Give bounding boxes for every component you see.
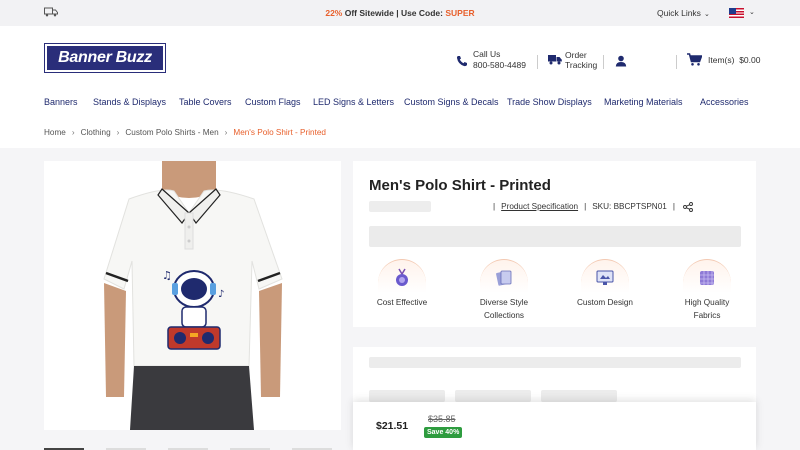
us-flag-icon[interactable] (729, 8, 744, 18)
polo-shirt-image: ♫ ♪ (44, 161, 341, 430)
feature-high-quality: High Quality Fabrics (662, 259, 752, 322)
promo-bar: 22% Off Sitewide | Use Code: SUPER Quick… (0, 0, 800, 26)
feature-cost-effective: Cost Effective (357, 259, 447, 309)
phone-icon (456, 56, 467, 67)
rating-placeholder (369, 201, 431, 212)
chevron-down-icon[interactable]: ⌄ (749, 8, 755, 16)
call-label: Call Us (473, 49, 501, 59)
order-tracking[interactable]: Order Tracking (548, 50, 597, 70)
discount-badge: Save 40% (424, 427, 463, 438)
feature-diverse-styles: Diverse Style Collections (459, 259, 549, 322)
breadcrumb: Home › Clothing › Custom Polo Shirts - Men › M… (44, 128, 326, 137)
monitor-design-icon (596, 270, 614, 285)
coin-medal-icon (396, 268, 408, 286)
tracking-label: Tracking (565, 60, 598, 70)
loading-placeholder (541, 390, 617, 402)
promo-code: SUPER (445, 8, 475, 18)
product-image[interactable]: ♫ ♪ (44, 161, 341, 430)
nav-item-custom-flags[interactable]: Custom Flags (245, 97, 301, 107)
product-meta: | Product Specification | SKU: BBCPTSPN01 | (487, 202, 694, 212)
user-icon[interactable] (615, 55, 627, 67)
loading-placeholder (455, 390, 531, 402)
nav-item-accessories[interactable]: Accessories (700, 97, 749, 107)
cart-total: $0.00 (739, 55, 761, 65)
nav-item-custom-signs[interactable]: Custom Signs & Decals (404, 97, 499, 107)
truck-icon (548, 55, 562, 65)
chevron-down-icon: ⌄ (703, 11, 710, 18)
divider (603, 55, 604, 69)
cart-button[interactable]: Item(s) $0.00 (687, 53, 761, 66)
loading-placeholder (369, 390, 445, 402)
quick-links-label: Quick Links (657, 8, 701, 18)
price-bar: $21.51 $35.85 Save 40% (353, 402, 756, 450)
logo[interactable]: Banner Buzz (44, 43, 166, 73)
nav-item-led-signs[interactable]: LED Signs & Letters (313, 97, 394, 107)
product-title: Men's Polo Shirt - Printed (369, 177, 551, 194)
divider (676, 55, 677, 69)
breadcrumb-polo-men[interactable]: Custom Polo Shirts - Men (125, 128, 218, 137)
share-icon[interactable] (683, 202, 694, 212)
call-number: 800-580-4489 (473, 60, 526, 70)
breadcrumb-current: Men's Polo Shirt - Printed (233, 128, 326, 137)
cart-count-label: Item(s) (708, 55, 735, 65)
order-label: Order (565, 50, 587, 60)
nav-item-marketing[interactable]: Marketing Materials (604, 97, 683, 107)
cart-icon (687, 53, 702, 66)
chevron-right-icon: › (71, 128, 75, 137)
cards-icon (496, 270, 512, 286)
nav-item-table-covers[interactable]: Table Covers (179, 97, 232, 107)
sku: SKU: BBCPTSPN01 (592, 202, 667, 212)
promo-percent: 22% (325, 8, 343, 18)
current-price: $21.51 (376, 420, 409, 432)
fabric-icon (700, 271, 714, 285)
chevron-right-icon: › (224, 128, 228, 137)
feature-custom-design: Custom Design (560, 259, 650, 309)
svg-text:♪: ♪ (218, 289, 224, 300)
product-info-panel: Men's Polo Shirt - Printed | Product Spec… (353, 161, 756, 327)
quick-links-dropdown[interactable]: Quick Links ⌄ (657, 8, 710, 18)
product-spec-link[interactable]: Product Specification (501, 202, 578, 211)
loading-placeholder (369, 226, 741, 247)
nav-item-trade-show[interactable]: Trade Show Displays (507, 97, 592, 107)
divider (537, 55, 538, 69)
call-us[interactable]: Call Us 800-580-4489 (456, 49, 526, 71)
site-header: Banner Buzz Call Us 800-580-4489 Order Tra… (0, 26, 800, 148)
nav-item-banners[interactable]: Banners (44, 97, 78, 107)
chevron-right-icon: › (116, 128, 120, 137)
nav-item-stands-displays[interactable]: Stands & Displays (93, 97, 166, 107)
breadcrumb-home[interactable]: Home (44, 128, 66, 137)
loading-placeholder (369, 357, 741, 368)
svg-text:♫: ♫ (162, 269, 172, 282)
original-price: $35.85 (428, 414, 456, 424)
breadcrumb-clothing[interactable]: Clothing (81, 128, 111, 137)
promo-mid: Off Sitewide | Use Code: (342, 8, 446, 18)
